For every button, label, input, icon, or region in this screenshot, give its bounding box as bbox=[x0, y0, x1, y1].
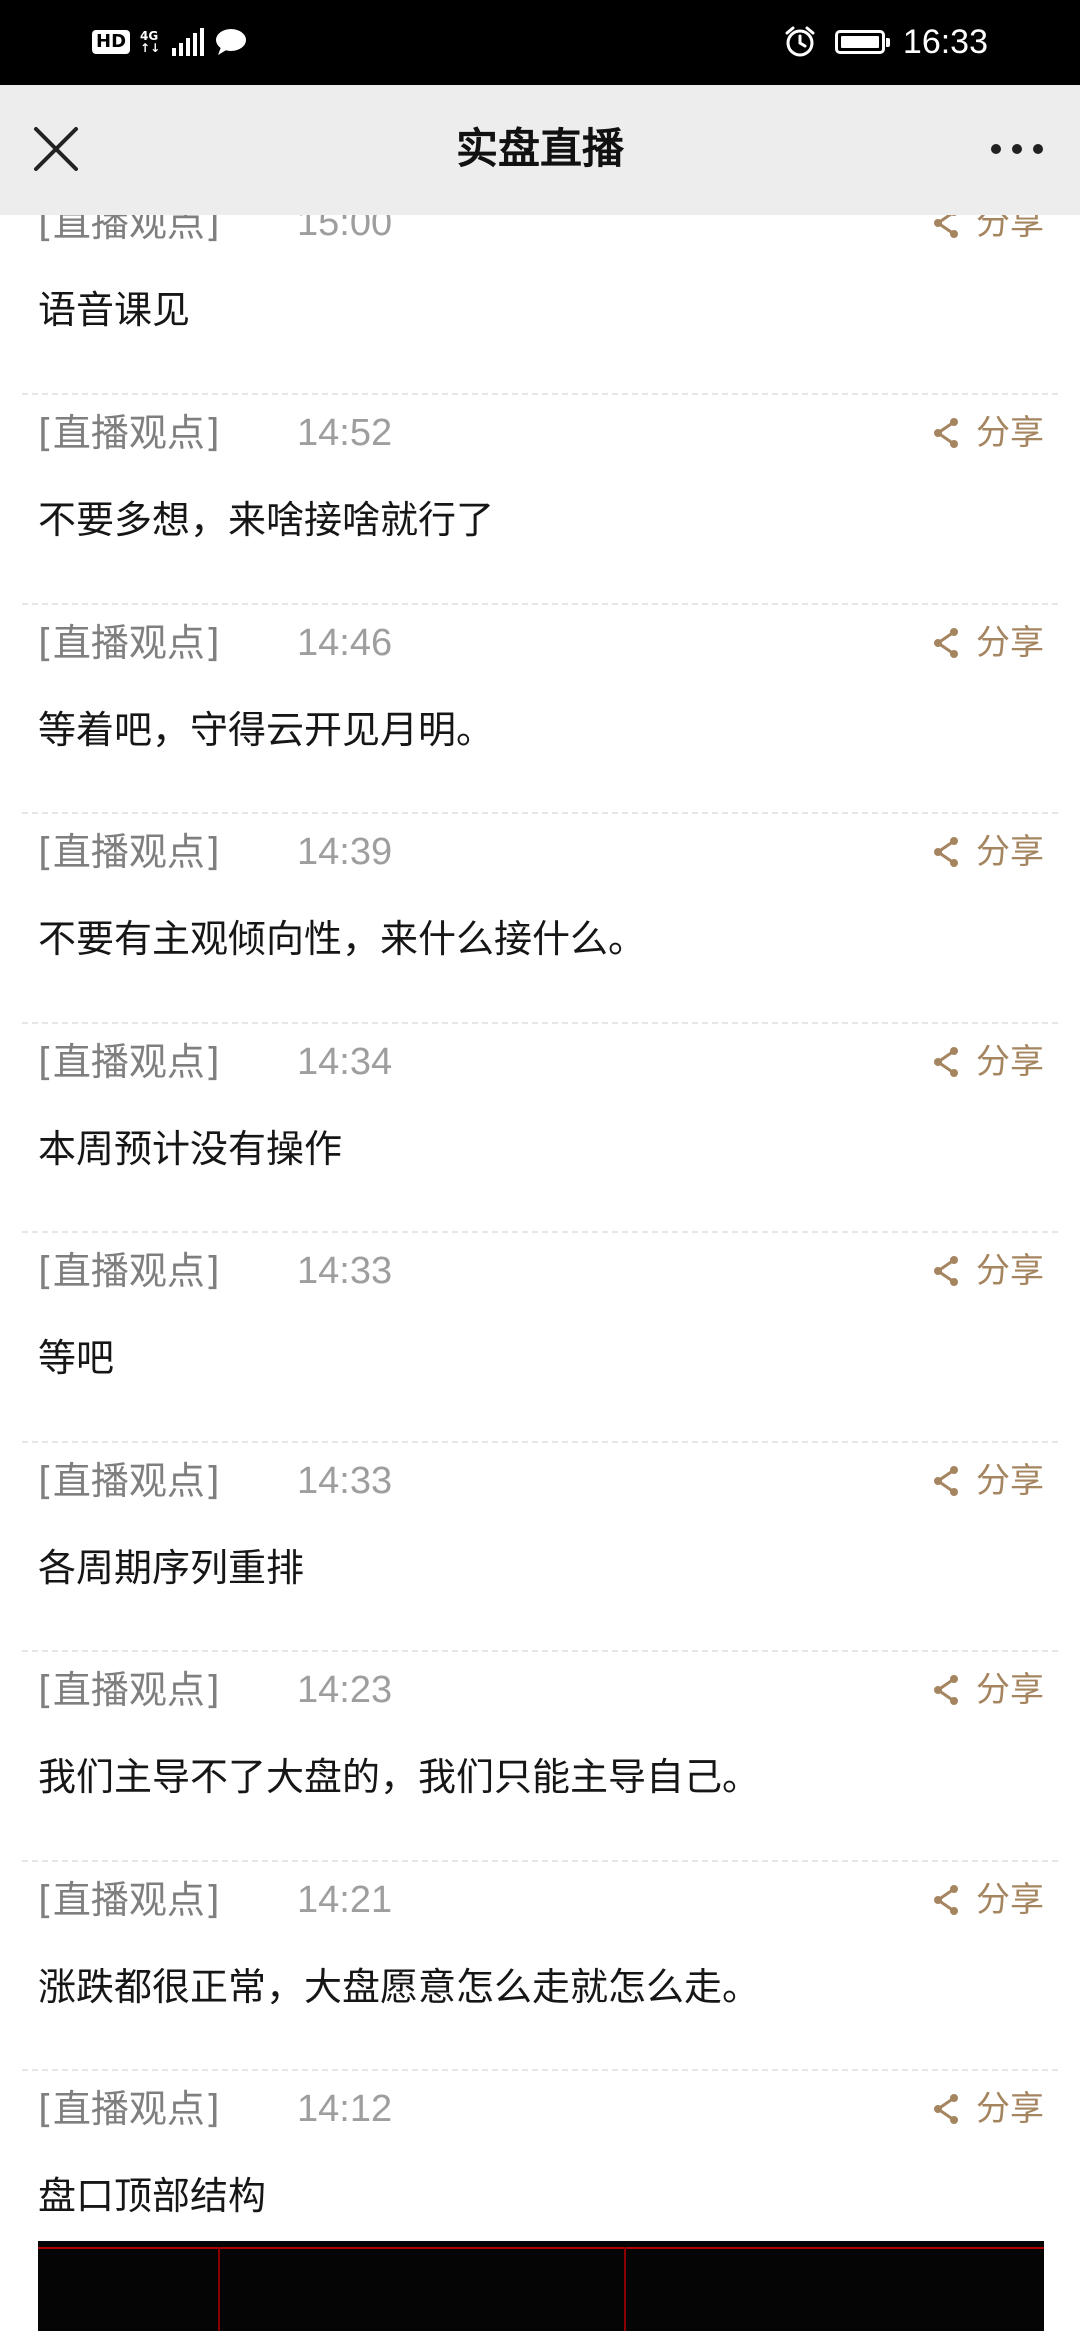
share-icon bbox=[934, 1256, 958, 1286]
feed-item: [直播观点] 15:00 分享 语音课见 bbox=[22, 215, 1058, 395]
share-button[interactable]: 分享 bbox=[932, 215, 1044, 245]
status-time: 16:33 bbox=[902, 22, 988, 61]
post-time: 14:21 bbox=[297, 1878, 393, 1921]
status-right-group: 16:33 bbox=[783, 20, 988, 64]
post-tag: [直播观点] bbox=[38, 1458, 220, 1503]
post-time: 14:46 bbox=[297, 621, 393, 664]
market-chart-image[interactable] bbox=[38, 2241, 1044, 2331]
post-tag: [直播观点] bbox=[38, 411, 220, 455]
post-tag: [直播观点] bbox=[38, 1877, 220, 1922]
post-time: 14:52 bbox=[297, 412, 393, 454]
feed-item: [直播观点] 14:33 分享 各周期序列重排 bbox=[22, 1443, 1058, 1652]
more-icon[interactable] bbox=[982, 121, 1052, 177]
post-text: 不要多想，来啥接啥就行了 bbox=[38, 498, 495, 542]
share-icon bbox=[934, 1675, 958, 1705]
post-text: 各周期序列重排 bbox=[38, 1545, 305, 1590]
post-time: 14:34 bbox=[297, 1040, 393, 1083]
share-button[interactable]: 分享 bbox=[932, 621, 1044, 665]
share-label: 分享 bbox=[976, 1879, 1044, 1920]
hd-icon: HD bbox=[92, 30, 131, 54]
post-tag: [直播观点] bbox=[38, 830, 220, 874]
post-time: 14:23 bbox=[297, 1669, 393, 1711]
post-tag: [直播观点] bbox=[38, 1668, 220, 1712]
feed-item: [直播观点] 14:52 分享 不要多想，来啥接啥就行了 bbox=[22, 395, 1058, 605]
share-label: 分享 bbox=[976, 1670, 1044, 1710]
share-button[interactable]: 分享 bbox=[932, 1668, 1044, 1712]
post-tag: [直播观点] bbox=[38, 1039, 220, 1084]
share-button[interactable]: 分享 bbox=[932, 1040, 1044, 1084]
post-text: 我们主导不了大盘的，我们只能主导自己。 bbox=[38, 1755, 761, 1799]
share-icon bbox=[934, 1465, 958, 1496]
share-label: 分享 bbox=[976, 2089, 1044, 2129]
chart-gridline bbox=[218, 2247, 220, 2331]
share-icon bbox=[934, 215, 958, 238]
feed-item: [直播观点] 14:33 分享 等吧 bbox=[22, 1233, 1058, 1443]
post-text: 等吧 bbox=[38, 1336, 115, 1380]
share-icon bbox=[934, 1046, 958, 1077]
feed-item: [直播观点] 14:39 分享 不要有主观倾向性，来什么接什么。 bbox=[22, 814, 1058, 1024]
post-time: 14:39 bbox=[297, 831, 393, 873]
post-time: 15:00 bbox=[297, 215, 393, 244]
share-icon bbox=[934, 627, 958, 658]
feed-item: [直播观点] 14:12 分享 盘口顶部结构 bbox=[22, 2071, 1058, 2331]
share-button[interactable]: 分享 bbox=[932, 1249, 1044, 1293]
share-button[interactable]: 分享 bbox=[932, 411, 1044, 455]
post-time: 14:33 bbox=[297, 1250, 393, 1292]
share-label: 分享 bbox=[976, 413, 1044, 453]
post-text: 盘口顶部结构 bbox=[38, 2174, 267, 2218]
alarm-icon bbox=[785, 26, 815, 57]
share-label: 分享 bbox=[976, 1251, 1044, 1291]
network-type-indicator: 4G ↑↓ bbox=[140, 30, 160, 54]
post-text: 等着吧，守得云开见月明。 bbox=[38, 707, 495, 752]
feed-item: [直播观点] 14:21 分享 涨跌都很正常，大盘愿意怎么走就怎么走。 bbox=[22, 1862, 1058, 2071]
chart-mark bbox=[368, 2299, 428, 2325]
share-label: 分享 bbox=[976, 622, 1044, 663]
share-icon bbox=[934, 1884, 958, 1915]
share-icon bbox=[934, 2094, 958, 2124]
post-time: 14:33 bbox=[297, 1459, 393, 1502]
chart-gridline bbox=[624, 2247, 626, 2331]
post-tag: [直播观点] bbox=[38, 620, 220, 665]
signal-icon bbox=[172, 28, 205, 56]
feed-item: [直播观点] 14:23 分享 我们主导不了大盘的，我们只能主导自己。 bbox=[22, 1652, 1058, 1862]
post-tag: [直播观点] bbox=[38, 1249, 220, 1293]
chart-gridline bbox=[38, 2247, 1044, 2249]
status-left-group: HD 4G ↑↓ bbox=[92, 22, 248, 62]
share-label: 分享 bbox=[976, 832, 1044, 872]
post-tag: [直播观点] bbox=[38, 2087, 220, 2131]
share-label: 分享 bbox=[976, 1041, 1044, 1082]
post-text: 涨跌都很正常，大盘愿意怎么走就怎么走。 bbox=[38, 1964, 761, 2009]
status-bar: HD 4G ↑↓ 16:33 bbox=[0, 0, 1080, 85]
share-button[interactable]: 分享 bbox=[932, 1459, 1044, 1503]
message-icon bbox=[216, 29, 247, 55]
share-label: 分享 bbox=[976, 215, 1044, 243]
feed-item: [直播观点] 14:34 分享 本周预计没有操作 bbox=[22, 1024, 1058, 1233]
feed-item: [直播观点] 14:46 分享 等着吧，守得云开见月明。 bbox=[22, 605, 1058, 814]
post-text: 本周预计没有操作 bbox=[38, 1126, 343, 1171]
share-button[interactable]: 分享 bbox=[932, 830, 1044, 874]
share-button[interactable]: 分享 bbox=[932, 1878, 1044, 1922]
nav-bar: 实盘直播 bbox=[0, 85, 1080, 215]
share-label: 分享 bbox=[976, 1460, 1044, 1501]
share-icon bbox=[934, 418, 958, 448]
post-text: 语音课见 bbox=[38, 288, 191, 332]
post-time: 14:12 bbox=[297, 2088, 393, 2130]
share-button[interactable]: 分享 bbox=[932, 2087, 1044, 2131]
post-text: 不要有主观倾向性，来什么接什么。 bbox=[38, 917, 647, 961]
network-activity-arrows: ↑↓ bbox=[140, 41, 161, 55]
battery-icon bbox=[834, 30, 890, 54]
live-feed: [直播观点] 15:00 分享 语音课见 [直播观点] 14:52 分享 不要多… bbox=[0, 215, 1080, 2340]
share-icon bbox=[934, 837, 958, 867]
post-tag: [直播观点] bbox=[38, 215, 220, 245]
page-title: 实盘直播 bbox=[455, 124, 624, 173]
